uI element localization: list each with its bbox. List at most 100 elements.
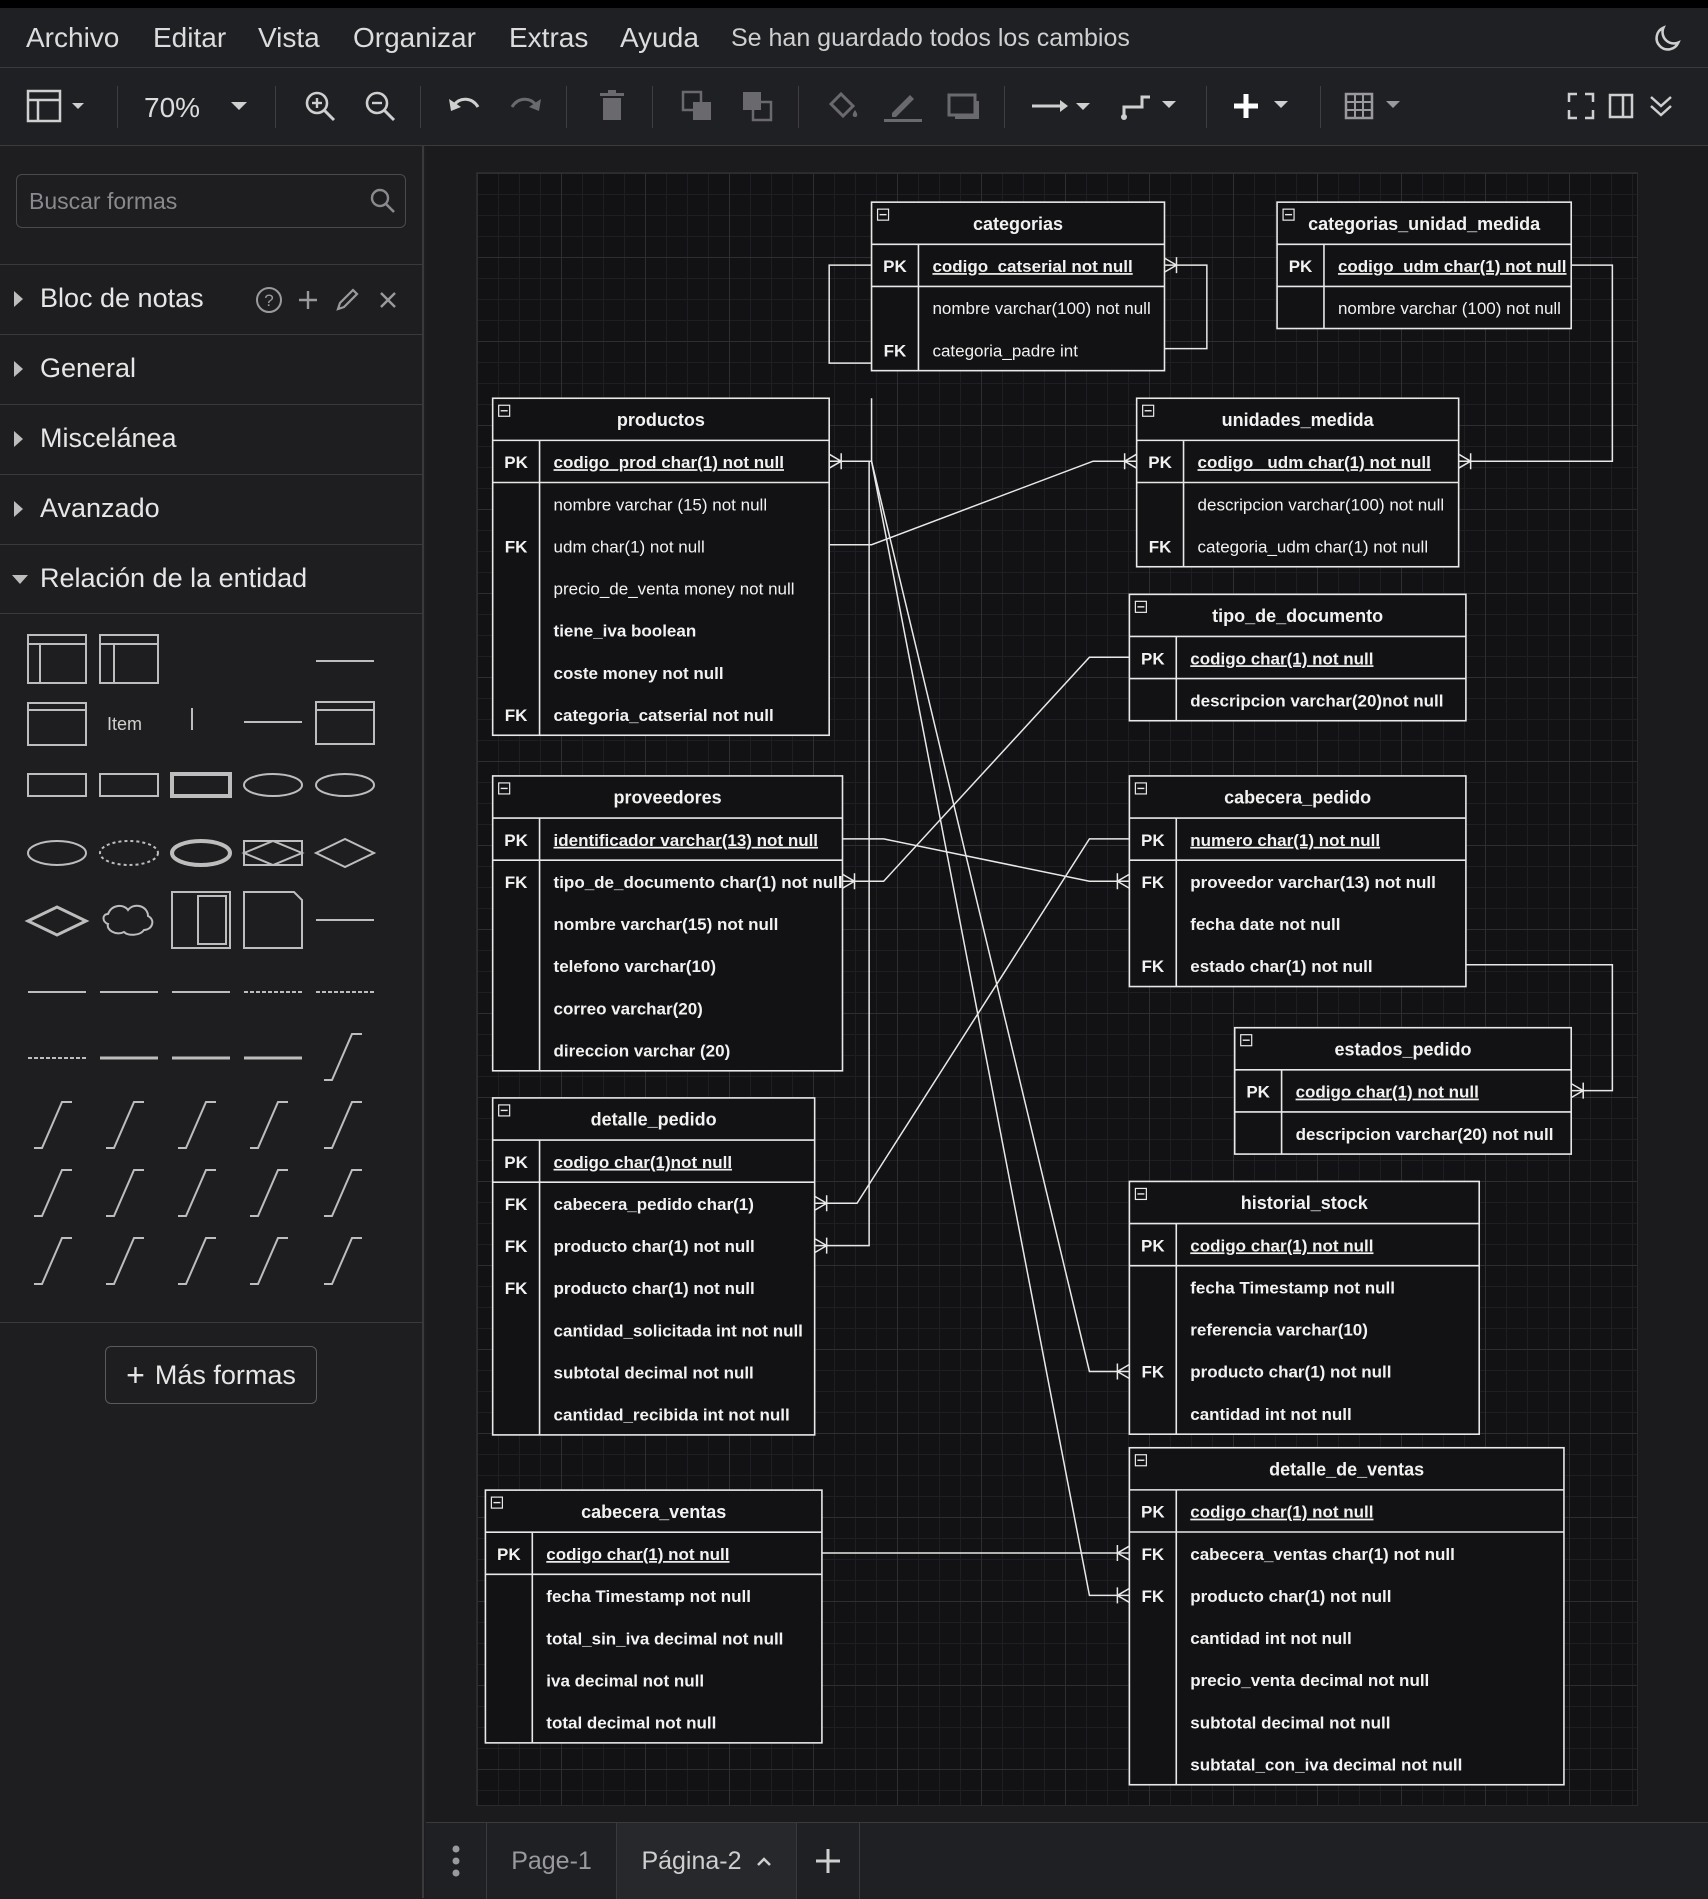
field: telefono varchar(10) (554, 957, 717, 976)
field: cantidad_recibida int not null (554, 1406, 790, 1425)
relationship-line[interactable] (814, 838, 1130, 1204)
entity-row[interactable]: cantidad int not null (1190, 1629, 1351, 1648)
key-badge: FK (505, 537, 528, 556)
entity-row[interactable]: nombre varchar(15) not null (554, 915, 779, 934)
entity-row[interactable]: precio_de_venta money not null (554, 580, 795, 599)
entity-row[interactable]: correo varchar(20) (554, 999, 703, 1018)
page-tabs-bar: Page-1 Página-2 (426, 1822, 1708, 1899)
entity-productos[interactable]: productos PK codigo_prod char(1) not null n… (491, 397, 830, 737)
entity-title: unidades_medida (1222, 410, 1375, 430)
key-badge: PK (883, 257, 907, 276)
entity-row[interactable]: descripcion varchar(20) not null (1296, 1125, 1554, 1144)
relationship-line[interactable] (1164, 264, 1208, 350)
key-badge: PK (1141, 649, 1165, 668)
entity-title: detalle_pedido (591, 1110, 717, 1130)
add-page-button[interactable] (796, 1823, 860, 1899)
relationship-line[interactable] (842, 838, 1130, 882)
field: total decimal not null (546, 1714, 716, 1733)
entity-row[interactable]: fecha Timestamp not null (1190, 1278, 1395, 1297)
plus-icon (816, 1849, 840, 1873)
entity-cabecera-pedido[interactable]: cabecera_pedido PK numero char(1) not null… (1128, 775, 1467, 988)
entity-row[interactable]: cantidad_recibida int not null (554, 1406, 790, 1425)
entity-row[interactable]: direccion varchar (20) (554, 1041, 731, 1060)
relationship-line[interactable] (842, 656, 1130, 882)
field: descripcion varchar(100) not null (1198, 495, 1445, 514)
field: nombre varchar (100) not null (1338, 299, 1561, 318)
primary-key-field: numero char(1) not null (1190, 831, 1380, 850)
primary-key-field: codigo char(1) not null (546, 1545, 729, 1564)
collapse-icon[interactable] (498, 404, 511, 417)
er-diagram[interactable]: categorias PK codigo_catserial not null nom… (0, 0, 1708, 1898)
primary-key-field: codigo char(1) not null (1190, 649, 1373, 668)
field: nombre varchar(15) not null (554, 915, 779, 934)
primary-key-field: codigo char(1) not null (1296, 1083, 1479, 1102)
entity-row[interactable]: descripcion varchar(100) not null (1198, 495, 1445, 514)
collapse-icon[interactable] (1134, 1454, 1147, 1467)
relationship-line[interactable] (828, 264, 872, 364)
key-badge: PK (504, 1153, 528, 1172)
entity-title: cabecera_pedido (1224, 788, 1371, 808)
collapse-icon[interactable] (490, 1496, 504, 1509)
entity-categorias[interactable]: categorias PK codigo_catserial not null nom… (870, 201, 1166, 372)
relationship-line[interactable] (829, 460, 1130, 1373)
collapse-icon[interactable] (498, 782, 511, 795)
entity-row[interactable]: descripcion varchar(20)not null (1190, 691, 1443, 710)
entity-row[interactable]: subtotal decimal not null (554, 1363, 754, 1382)
entity-categorias-unidad-medida[interactable]: categorias_unidad_medida PK codigo_udm cha… (1276, 201, 1573, 330)
entity-row[interactable]: subtatal_con_iva decimal not null (1190, 1755, 1462, 1774)
entity-row[interactable]: fecha Timestamp not null (546, 1587, 751, 1606)
key-badge: FK (505, 706, 528, 725)
collapse-icon[interactable] (876, 208, 890, 221)
collapse-icon[interactable] (1142, 404, 1155, 417)
entity-row[interactable]: telefono varchar(10) (554, 957, 717, 976)
entity-row[interactable]: nombre varchar (100) not null (1338, 299, 1561, 318)
entity-row[interactable]: cantidad int not null (1190, 1405, 1351, 1424)
relationship-line[interactable] (829, 398, 873, 462)
field: udm char(1) not null (554, 537, 705, 556)
primary-key-field: codigo_prod char(1) not null (554, 453, 784, 472)
entity-row[interactable]: iva decimal not null (546, 1671, 704, 1690)
key-badge: PK (1289, 257, 1313, 276)
collapse-icon[interactable] (1134, 1187, 1147, 1201)
entity-row[interactable]: precio_venta decimal not null (1190, 1671, 1429, 1690)
entity-proveedores[interactable]: proveedores PK identificador varchar(13) n… (491, 775, 844, 1072)
collapse-icon[interactable] (1282, 208, 1295, 221)
field: subtotal decimal not null (554, 1363, 754, 1382)
field: subtatal_con_iva decimal not null (1190, 1755, 1462, 1774)
entity-row[interactable]: nombre varchar(100) not null (932, 299, 1150, 318)
entity-row[interactable]: total_sin_iva decimal not null (546, 1629, 783, 1648)
key-badge: FK (505, 1195, 528, 1214)
collapse-icon[interactable] (1134, 782, 1147, 795)
collapse-icon[interactable] (1240, 1034, 1253, 1047)
collapse-icon[interactable] (498, 1104, 511, 1117)
entity-tipo-de-documento[interactable]: tipo_de_documento PK codigo char(1) not nu… (1128, 593, 1467, 722)
entity-row[interactable]: total decimal not null (546, 1714, 716, 1733)
key-badge: PK (1141, 1236, 1165, 1255)
field: fecha Timestamp not null (546, 1587, 751, 1606)
entity-row[interactable]: coste money not null (554, 664, 724, 683)
tab-pagina-2[interactable]: Página-2 (616, 1823, 796, 1899)
entity-row[interactable]: subtotal decimal not null (1190, 1713, 1390, 1732)
entity-unidades-medida[interactable]: unidades_medida PK codigo_ udm char(1) not… (1135, 397, 1460, 568)
entity-detalle-pedido[interactable]: detalle_pedido PK codigo char(1)not null FK… (491, 1097, 816, 1436)
entity-row[interactable]: FK tipo_de_documento char(1) not null (505, 873, 843, 892)
entity-cabecera-ventas[interactable]: cabecera_ventas PK codigo char(1) not null… (484, 1489, 823, 1744)
field: estado char(1) not null (1190, 957, 1372, 976)
page-menu-button[interactable] (426, 1823, 486, 1899)
tab-label: Page-1 (511, 1846, 592, 1875)
field: nombre varchar(100) not null (932, 299, 1150, 318)
entity-row[interactable]: fecha date not null (1190, 915, 1340, 934)
entity-row[interactable]: tiene_iva boolean (554, 622, 697, 641)
collapse-icon[interactable] (1134, 600, 1147, 613)
field: descripcion varchar(20)not null (1190, 691, 1443, 710)
entity-estados-pedido[interactable]: estados_pedido PK codigo char(1) not null d… (1233, 1026, 1573, 1155)
primary-key-field: codigo_ udm char(1) not null (1198, 453, 1431, 472)
entity-row[interactable]: cantidad_solicitada int not null (554, 1321, 803, 1340)
tab-page-1[interactable]: Page-1 (486, 1823, 616, 1899)
entity-detalle-de-ventas[interactable]: detalle_de_ventas PK codigo char(1) not nu… (1128, 1446, 1565, 1786)
entity-row[interactable]: referencia varchar(10) (1190, 1321, 1368, 1340)
entity-historial-stock[interactable]: historial_stock PK codigo char(1) not null… (1128, 1180, 1481, 1435)
primary-key-field: codigo char(1) not null (1190, 1236, 1373, 1255)
entity-row[interactable]: nombre varchar (15) not null (554, 495, 768, 514)
relationship-line[interactable] (829, 460, 1130, 1597)
